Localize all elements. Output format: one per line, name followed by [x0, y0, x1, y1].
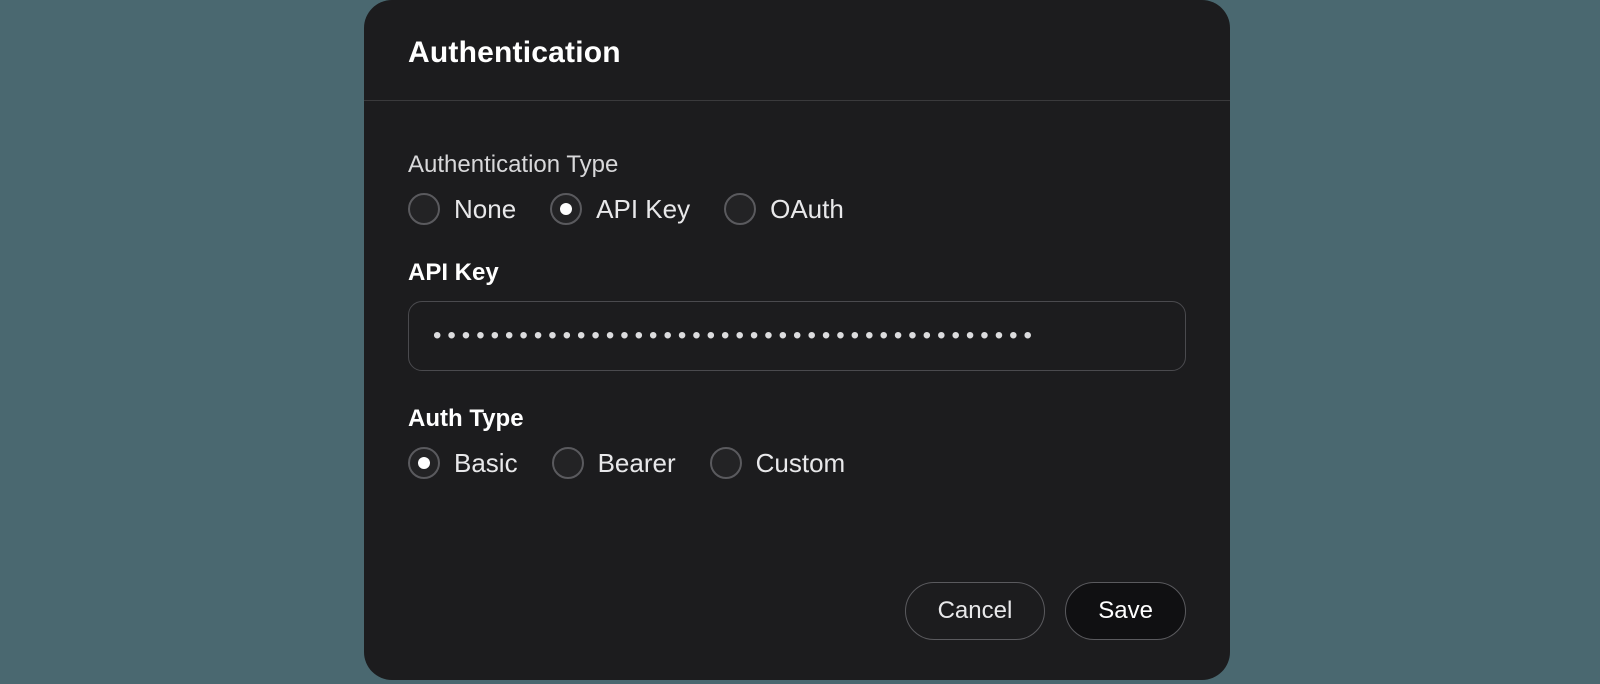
radio-subauth-bearer[interactable]: Bearer — [552, 447, 676, 479]
radio-icon — [724, 193, 756, 225]
cancel-button[interactable]: Cancel — [905, 582, 1046, 640]
radio-label: Bearer — [598, 448, 676, 479]
auth-subtype-options: Basic Bearer Custom — [408, 447, 1186, 479]
authentication-type-options: None API Key OAuth — [408, 193, 1186, 225]
radio-icon — [550, 193, 582, 225]
radio-auth-api-key[interactable]: API Key — [550, 193, 690, 225]
radio-label: None — [454, 194, 516, 225]
auth-subtype-group: Auth Type Basic Bearer Custom — [408, 405, 1186, 479]
radio-icon — [710, 447, 742, 479]
radio-icon — [552, 447, 584, 479]
api-key-label: API Key — [408, 259, 1186, 287]
radio-label: OAuth — [770, 194, 844, 225]
radio-label: Basic — [454, 448, 518, 479]
api-key-input[interactable] — [408, 301, 1186, 371]
auth-subtype-label: Auth Type — [408, 405, 1186, 433]
radio-icon — [408, 193, 440, 225]
radio-label: API Key — [596, 194, 690, 225]
dialog-body: Authentication Type None API Key OAuth A… — [364, 101, 1230, 582]
dialog-footer: Cancel Save — [364, 582, 1230, 680]
radio-subauth-custom[interactable]: Custom — [710, 447, 846, 479]
save-button[interactable]: Save — [1065, 582, 1186, 640]
radio-auth-oauth[interactable]: OAuth — [724, 193, 844, 225]
radio-auth-none[interactable]: None — [408, 193, 516, 225]
api-key-group: API Key — [408, 259, 1186, 371]
authentication-type-group: Authentication Type None API Key OAuth — [408, 151, 1186, 225]
authentication-type-label: Authentication Type — [408, 151, 1186, 179]
radio-subauth-basic[interactable]: Basic — [408, 447, 518, 479]
radio-icon — [408, 447, 440, 479]
authentication-dialog: Authentication Authentication Type None … — [364, 0, 1230, 680]
radio-label: Custom — [756, 448, 846, 479]
dialog-header: Authentication — [364, 0, 1230, 101]
dialog-title: Authentication — [408, 36, 1186, 70]
